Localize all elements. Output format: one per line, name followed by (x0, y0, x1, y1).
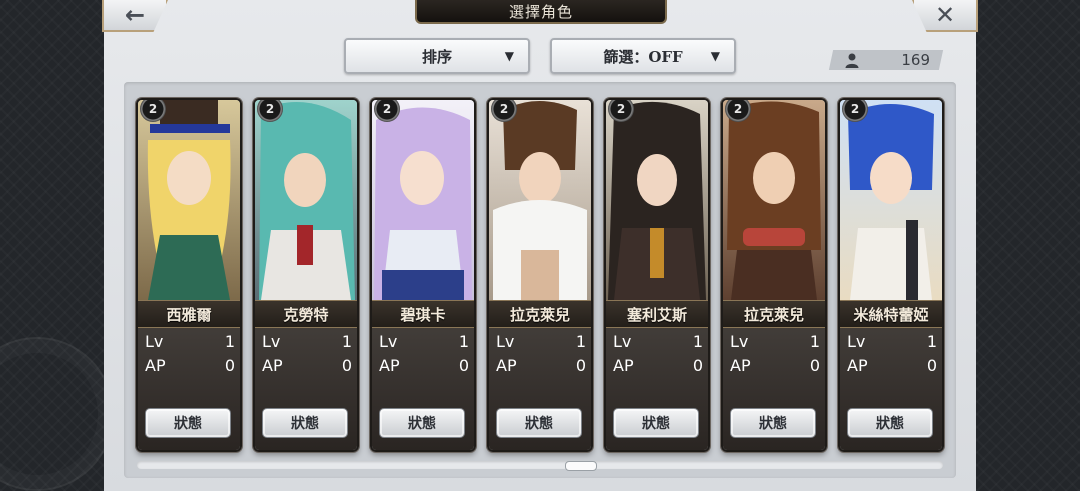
character-name: 拉克萊兒 (723, 300, 825, 328)
level-label: Lv (379, 332, 398, 351)
character-card[interactable]: 塞利艾斯 Lv 1 AP 0 狀態 2 (604, 98, 710, 452)
character-portrait (723, 100, 825, 300)
level-label: Lv (496, 332, 515, 351)
level-label: Lv (847, 332, 866, 351)
status-button[interactable]: 狀態 (496, 408, 582, 438)
character-portrait (489, 100, 591, 300)
sort-label: 排序 (421, 47, 452, 66)
filter-label: 篩選：OFF (603, 47, 683, 66)
character-card[interactable]: 拉克萊兒 Lv 1 AP 0 狀態 2 (721, 98, 827, 452)
ap-value: 0 (809, 356, 820, 375)
status-button[interactable]: 狀態 (262, 408, 348, 438)
level-value: 1 (575, 332, 586, 351)
level-value: 1 (458, 332, 469, 351)
ap-value: 0 (575, 356, 586, 375)
level-value: 1 (224, 332, 235, 351)
character-name: 米絲特蕾婭 (840, 300, 942, 328)
ap-value: 0 (458, 356, 469, 375)
level-label: Lv (613, 332, 632, 351)
ap-value: 0 (692, 356, 703, 375)
ap-label: AP (379, 356, 400, 375)
back-button[interactable]: ← (102, 0, 168, 32)
character-card[interactable]: 西雅爾 Lv 1 AP 0 狀態 2 (136, 98, 242, 452)
arrow-left-icon: ← (124, 1, 146, 29)
close-button[interactable]: ✕ (912, 0, 978, 32)
level-label: Lv (730, 332, 749, 351)
ap-value: 0 (224, 356, 235, 375)
clock-emblem-decoration (0, 337, 114, 491)
ap-label: AP (847, 356, 868, 375)
close-icon: ✕ (934, 1, 956, 29)
person-icon (845, 53, 859, 68)
character-portrait (606, 100, 708, 300)
sort-dropdown[interactable]: 排序 ▼ (344, 38, 530, 74)
status-button[interactable]: 狀態 (379, 408, 465, 438)
level-value: 1 (926, 332, 937, 351)
status-button[interactable]: 狀態 (145, 408, 231, 438)
level-label: Lv (145, 332, 164, 351)
level-value: 1 (692, 332, 703, 351)
character-card[interactable]: 碧琪卡 Lv 1 AP 0 狀態 2 (370, 98, 476, 452)
ap-value: 0 (926, 356, 937, 375)
ap-label: AP (496, 356, 517, 375)
character-name: 塞利艾斯 (606, 300, 708, 328)
character-portrait (372, 100, 474, 300)
ap-label: AP (262, 356, 283, 375)
level-value: 1 (809, 332, 820, 351)
left-background (0, 0, 114, 491)
level-value: 1 (341, 332, 352, 351)
character-card[interactable]: 克勞特 Lv 1 AP 0 狀態 2 (253, 98, 359, 452)
character-portrait (255, 100, 357, 300)
right-background (976, 0, 1080, 491)
character-select-panel: ← ✕ 選擇角色 排序 ▼ 篩選：OFF ▼ 169 西雅爾 Lv 1 AP 0… (102, 0, 978, 491)
character-card[interactable]: 米絲特蕾婭 Lv 1 AP 0 狀態 2 (838, 98, 944, 452)
ap-label: AP (730, 356, 751, 375)
character-name: 西雅爾 (138, 300, 240, 328)
character-count: 169 (901, 51, 930, 69)
status-button[interactable]: 狀態 (613, 408, 699, 438)
filter-dropdown[interactable]: 篩選：OFF ▼ (550, 38, 736, 74)
character-portrait (840, 100, 942, 300)
ap-label: AP (613, 356, 634, 375)
ap-value: 0 (341, 356, 352, 375)
character-card[interactable]: 拉克萊兒 Lv 1 AP 0 狀態 2 (487, 98, 593, 452)
ap-label: AP (145, 356, 166, 375)
status-button[interactable]: 狀態 (847, 408, 933, 438)
horizontal-scrollbar[interactable] (137, 461, 943, 469)
page-title: 選擇角色 (415, 0, 667, 24)
character-name: 碧琪卡 (372, 300, 474, 328)
chevron-down-icon: ▼ (710, 49, 720, 63)
status-button[interactable]: 狀態 (730, 408, 816, 438)
chevron-down-icon: ▼ (504, 49, 514, 63)
character-name: 克勞特 (255, 300, 357, 328)
character-portrait (138, 100, 240, 300)
level-label: Lv (262, 332, 281, 351)
scrollbar-thumb[interactable] (565, 461, 597, 471)
character-name: 拉克萊兒 (489, 300, 591, 328)
